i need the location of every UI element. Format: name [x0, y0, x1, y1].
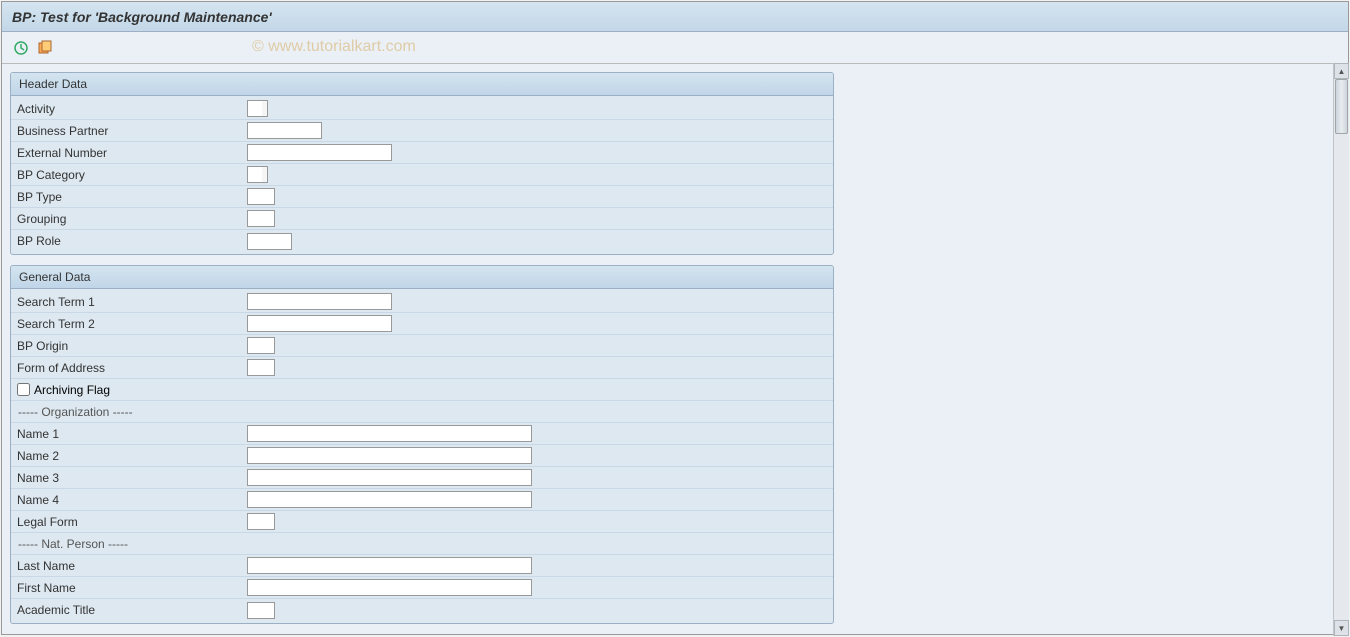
- input-academic-title[interactable]: [247, 602, 275, 619]
- main-panel: Header Data Activity Business Partner Ex…: [2, 64, 842, 634]
- row-form-of-address: Form of Address: [11, 357, 833, 379]
- row-org-separator: ----- Organization -----: [11, 401, 833, 423]
- input-name-1[interactable]: [247, 425, 532, 442]
- general-data-title: General Data: [11, 266, 833, 289]
- input-activity[interactable]: [247, 100, 263, 117]
- label-external-number: External Number: [17, 146, 247, 160]
- row-search-term-1: Search Term 1: [11, 291, 833, 313]
- f4-bp-category-icon[interactable]: [262, 166, 268, 183]
- execute-icon[interactable]: [12, 39, 30, 57]
- label-search-term-2: Search Term 2: [17, 317, 247, 331]
- page-title: BP: Test for 'Background Maintenance': [12, 9, 272, 25]
- separator-organization: ----- Organization -----: [17, 405, 133, 419]
- row-external-number: External Number: [11, 142, 833, 164]
- watermark: © www.tutorialkart.com: [252, 38, 416, 56]
- f4-activity-icon[interactable]: [262, 100, 268, 117]
- input-last-name[interactable]: [247, 557, 532, 574]
- row-bp-type: BP Type: [11, 186, 833, 208]
- checkbox-archiving-flag[interactable]: [17, 383, 30, 396]
- input-legal-form[interactable]: [247, 513, 275, 530]
- row-grouping: Grouping: [11, 208, 833, 230]
- input-search-term-1[interactable]: [247, 293, 392, 310]
- row-business-partner: Business Partner: [11, 120, 833, 142]
- label-grouping: Grouping: [17, 212, 247, 226]
- label-bp-category: BP Category: [17, 168, 247, 182]
- header-data-group: Header Data Activity Business Partner Ex…: [10, 72, 834, 255]
- row-last-name: Last Name: [11, 555, 833, 577]
- label-last-name: Last Name: [17, 559, 247, 573]
- input-first-name[interactable]: [247, 579, 532, 596]
- row-activity: Activity: [11, 98, 833, 120]
- scroll-track[interactable]: [1334, 79, 1349, 620]
- label-bp-type: BP Type: [17, 190, 247, 204]
- input-external-number[interactable]: [247, 144, 392, 161]
- scroll-thumb[interactable]: [1335, 79, 1348, 134]
- variant-icon[interactable]: [36, 39, 54, 57]
- header-data-title: Header Data: [11, 73, 833, 96]
- input-name-2[interactable]: [247, 447, 532, 464]
- label-archiving-flag: Archiving Flag: [34, 383, 110, 397]
- input-form-of-address[interactable]: [247, 359, 275, 376]
- label-bp-origin: BP Origin: [17, 339, 247, 353]
- label-business-partner: Business Partner: [17, 124, 247, 138]
- label-academic-title: Academic Title: [17, 603, 247, 617]
- separator-person: ----- Nat. Person -----: [17, 537, 128, 551]
- row-bp-role: BP Role: [11, 230, 833, 252]
- row-search-term-2: Search Term 2: [11, 313, 833, 335]
- input-search-term-2[interactable]: [247, 315, 392, 332]
- row-person-separator: ----- Nat. Person -----: [11, 533, 833, 555]
- input-name-4[interactable]: [247, 491, 532, 508]
- label-bp-role: BP Role: [17, 234, 247, 248]
- app-window: BP: Test for 'Background Maintenance' © …: [1, 1, 1349, 635]
- input-bp-type[interactable]: [247, 188, 275, 205]
- label-name-4: Name 4: [17, 493, 247, 507]
- label-first-name: First Name: [17, 581, 247, 595]
- label-name-2: Name 2: [17, 449, 247, 463]
- input-business-partner[interactable]: [247, 122, 322, 139]
- label-name-1: Name 1: [17, 427, 247, 441]
- row-legal-form: Legal Form: [11, 511, 833, 533]
- scroll-down-icon[interactable]: ▼: [1334, 620, 1349, 636]
- row-first-name: First Name: [11, 577, 833, 599]
- row-bp-category: BP Category: [11, 164, 833, 186]
- content-area: Header Data Activity Business Partner Ex…: [2, 64, 1348, 634]
- row-bp-origin: BP Origin: [11, 335, 833, 357]
- input-bp-role[interactable]: [247, 233, 292, 250]
- label-name-3: Name 3: [17, 471, 247, 485]
- row-archiving-flag: Archiving Flag: [11, 379, 833, 401]
- input-bp-origin[interactable]: [247, 337, 275, 354]
- row-academic-title: Academic Title: [11, 599, 833, 621]
- vertical-scrollbar[interactable]: ▲ ▼: [1333, 63, 1349, 636]
- scroll-up-icon[interactable]: ▲: [1334, 63, 1349, 79]
- input-name-3[interactable]: [247, 469, 532, 486]
- input-grouping[interactable]: [247, 210, 275, 227]
- row-name-4: Name 4: [11, 489, 833, 511]
- right-empty-panel: [842, 64, 1348, 634]
- row-name-3: Name 3: [11, 467, 833, 489]
- row-name-1: Name 1: [11, 423, 833, 445]
- label-search-term-1: Search Term 1: [17, 295, 247, 309]
- label-form-of-address: Form of Address: [17, 361, 247, 375]
- label-activity: Activity: [17, 102, 247, 116]
- row-name-2: Name 2: [11, 445, 833, 467]
- general-data-group: General Data Search Term 1 Search Term 2…: [10, 265, 834, 624]
- input-bp-category[interactable]: [247, 166, 263, 183]
- title-bar: BP: Test for 'Background Maintenance': [2, 2, 1348, 32]
- label-legal-form: Legal Form: [17, 515, 247, 529]
- toolbar: © www.tutorialkart.com: [2, 32, 1348, 64]
